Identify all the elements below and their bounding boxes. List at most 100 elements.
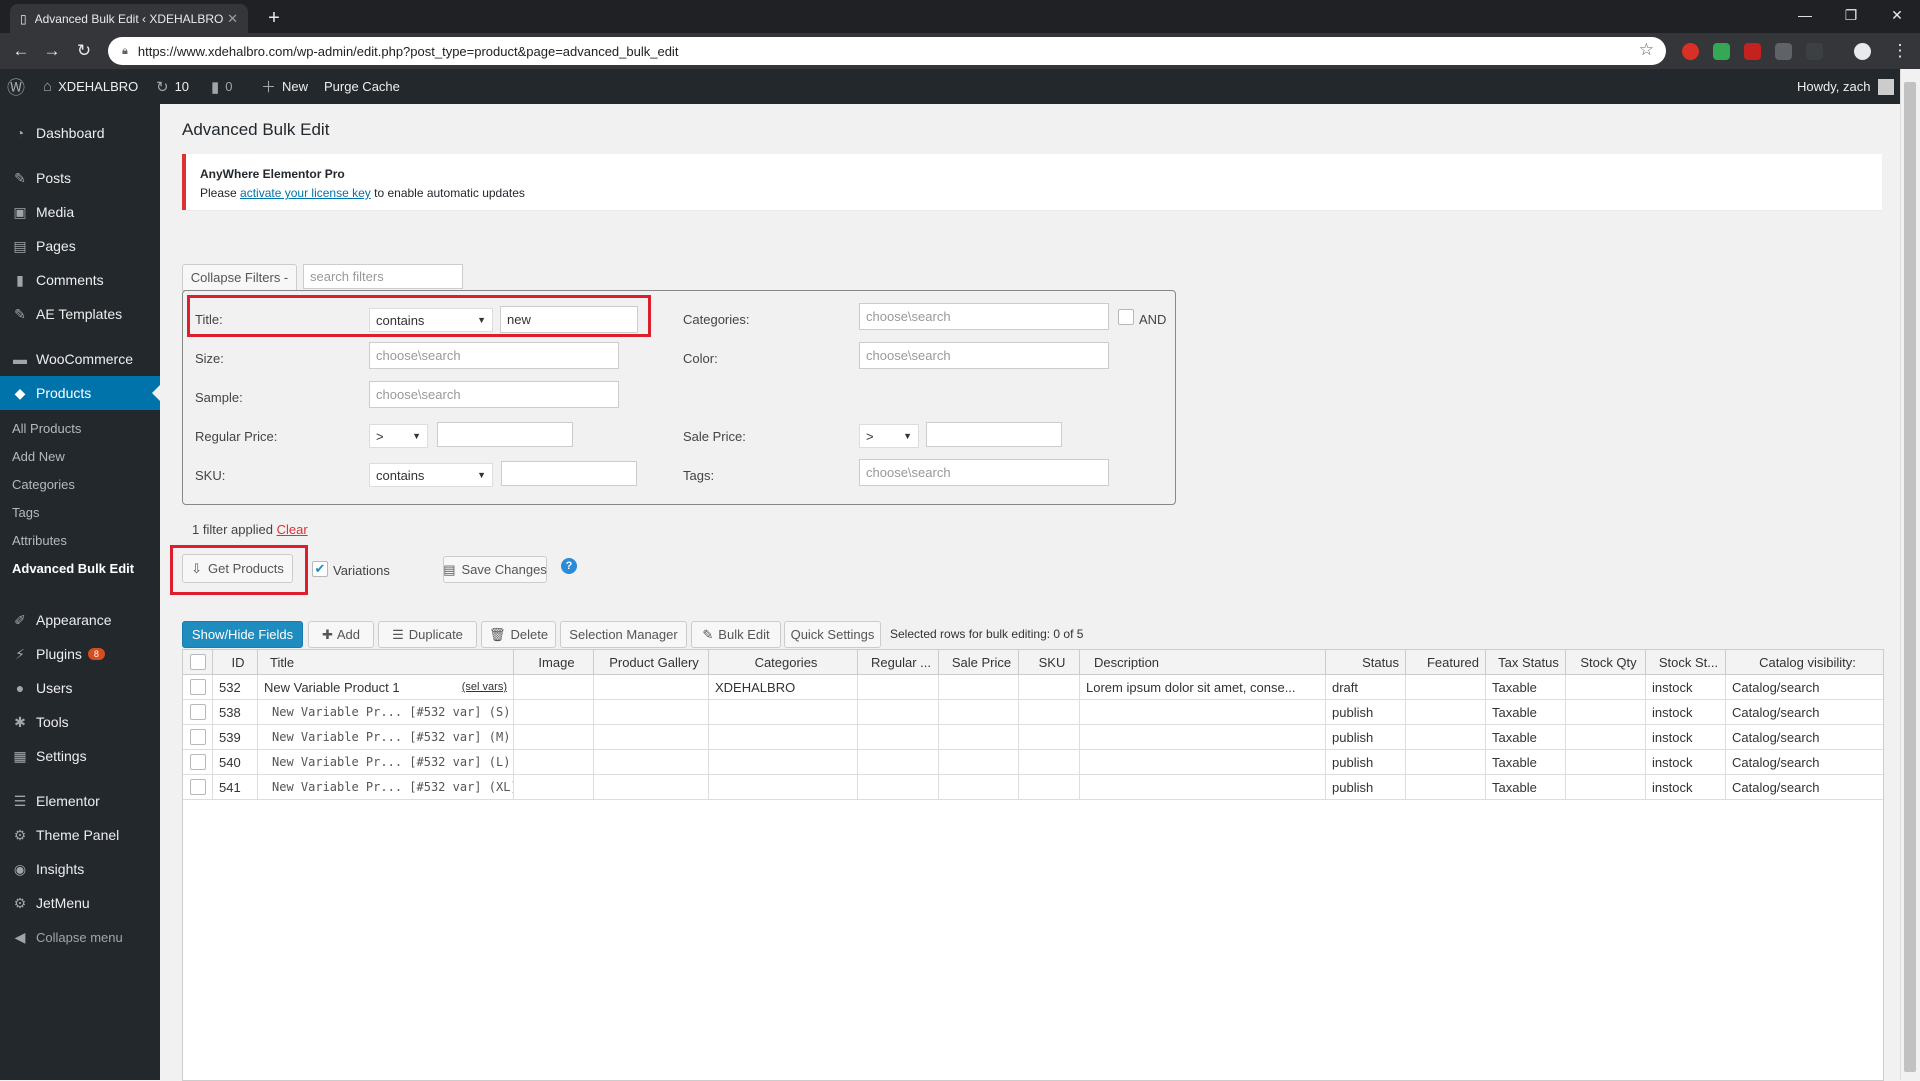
image-cell[interactable] bbox=[514, 750, 594, 775]
tax-status-cell[interactable]: Taxable bbox=[1486, 675, 1566, 700]
stock-qty-cell[interactable] bbox=[1566, 700, 1646, 725]
column-header[interactable]: Product Gallery bbox=[594, 650, 709, 675]
regular-price-cell[interactable] bbox=[858, 725, 939, 750]
sel-vars-link[interactable]: (sel vars) bbox=[462, 675, 507, 700]
regular-price-cell[interactable] bbox=[858, 675, 939, 700]
address-bar[interactable]: 🔒︎ https://www.xdehalbro.com/wp-admin/ed… bbox=[108, 37, 1666, 65]
sku-cell[interactable] bbox=[1019, 750, 1080, 775]
sku-cell[interactable] bbox=[1019, 700, 1080, 725]
profile-icon[interactable] bbox=[1854, 43, 1871, 60]
submenu-advanced-bulk-edit[interactable]: Advanced Bulk Edit bbox=[0, 555, 160, 581]
collapse-filters-button[interactable]: Collapse Filters - bbox=[182, 264, 297, 291]
image-cell[interactable] bbox=[514, 775, 594, 800]
visibility-cell[interactable]: Catalog/search bbox=[1726, 700, 1883, 725]
description-cell[interactable] bbox=[1080, 700, 1326, 725]
sale-price-cell[interactable] bbox=[939, 750, 1019, 775]
image-cell[interactable] bbox=[514, 700, 594, 725]
image-cell[interactable] bbox=[514, 725, 594, 750]
save-changes-button[interactable]: ▤ Save Changes bbox=[443, 556, 547, 583]
comments-link[interactable]: ▮ 0 bbox=[211, 69, 233, 104]
tax-status-cell[interactable]: Taxable bbox=[1486, 700, 1566, 725]
and-checkbox[interactable] bbox=[1118, 309, 1134, 325]
sidebar-item-settings[interactable]: ▦ Settings bbox=[0, 739, 160, 773]
regular-price-input[interactable] bbox=[437, 422, 573, 447]
back-arrow-icon[interactable]: ← bbox=[9, 40, 33, 62]
row-checkbox[interactable] bbox=[190, 779, 206, 795]
howdy-link[interactable]: Howdy, zach bbox=[1797, 69, 1895, 104]
minimize-button[interactable]: — bbox=[1782, 0, 1828, 30]
visibility-cell[interactable]: Catalog/search bbox=[1726, 675, 1883, 700]
browser-tab[interactable]: ▯ Advanced Bulk Edit ‹ XDEHALBRO ✕ bbox=[10, 4, 248, 33]
categories-cell[interactable] bbox=[709, 750, 858, 775]
featured-cell[interactable] bbox=[1406, 725, 1486, 750]
sidebar-item-appearance[interactable]: ✐ Appearance bbox=[0, 603, 160, 637]
sidebar-item-jetmenu[interactable]: ⚙ JetMenu bbox=[0, 886, 160, 920]
wordpress-logo-icon[interactable]: Ⓦ bbox=[7, 69, 31, 104]
column-header[interactable]: Title bbox=[258, 650, 514, 675]
tags-input[interactable]: choose\search bbox=[859, 459, 1109, 486]
extension-icon[interactable] bbox=[1682, 43, 1699, 60]
menu-dots-icon[interactable]: ⋮ bbox=[1888, 40, 1912, 62]
row-checkbox[interactable] bbox=[190, 704, 206, 720]
description-cell[interactable]: Lorem ipsum dolor sit amet, conse... bbox=[1080, 675, 1326, 700]
restore-button[interactable]: ❐ bbox=[1828, 0, 1874, 30]
forward-arrow-icon[interactable]: → bbox=[40, 40, 64, 62]
stock-status-cell[interactable]: instock bbox=[1646, 700, 1726, 725]
gallery-cell[interactable] bbox=[594, 700, 709, 725]
duplicate-button[interactable]: ☰ Duplicate bbox=[378, 621, 477, 648]
sale-price-cell[interactable] bbox=[939, 700, 1019, 725]
sale-price-cell[interactable] bbox=[939, 725, 1019, 750]
sidebar-item-media[interactable]: ▣ Media bbox=[0, 195, 160, 229]
title-cell[interactable]: New Variable Pr... [#532 var] (L) bbox=[258, 750, 514, 775]
categories-cell[interactable] bbox=[709, 775, 858, 800]
new-content-link[interactable]: ＋ New bbox=[261, 69, 308, 104]
sku-cell[interactable] bbox=[1019, 775, 1080, 800]
tax-status-cell[interactable]: Taxable bbox=[1486, 725, 1566, 750]
column-header[interactable]: Image bbox=[514, 650, 594, 675]
column-header[interactable]: Catalog visibility: bbox=[1726, 650, 1883, 675]
description-cell[interactable] bbox=[1080, 775, 1326, 800]
title-cell[interactable]: New Variable Pr... [#532 var] (M) bbox=[258, 725, 514, 750]
sidebar-item-dashboard[interactable]: ◔ Dashboard bbox=[0, 116, 160, 150]
title-cell[interactable]: New Variable Pr... [#532 var] (S) bbox=[258, 700, 514, 725]
row-checkbox[interactable] bbox=[190, 754, 206, 770]
star-icon[interactable]: ☆ bbox=[1639, 40, 1654, 60]
sale-price-operator-select[interactable]: > ▼ bbox=[859, 424, 919, 448]
table-row[interactable]: 532 New Variable Product 1 (sel vars) XDE… bbox=[183, 675, 1883, 700]
regular-price-cell[interactable] bbox=[858, 775, 939, 800]
show-hide-fields-button[interactable]: Show/Hide Fields bbox=[182, 621, 303, 648]
categories-input[interactable]: choose\search bbox=[859, 303, 1109, 330]
selection-manager-button[interactable]: Selection Manager bbox=[560, 621, 687, 648]
column-header[interactable]: Stock Qty bbox=[1566, 650, 1646, 675]
categories-cell[interactable] bbox=[709, 700, 858, 725]
sidebar-item-woocommerce[interactable]: ▬ WooCommerce bbox=[0, 342, 160, 376]
id-cell[interactable]: 541 bbox=[213, 775, 258, 800]
submenu-attributes[interactable]: Attributes bbox=[0, 527, 160, 553]
gallery-cell[interactable] bbox=[594, 725, 709, 750]
title-cell[interactable]: New Variable Pr... [#532 var] (XL) bbox=[258, 775, 514, 800]
status-cell[interactable]: publish bbox=[1326, 750, 1406, 775]
categories-cell[interactable]: XDEHALBRO bbox=[709, 675, 858, 700]
column-header[interactable]: Sale Price bbox=[939, 650, 1019, 675]
gallery-cell[interactable] bbox=[594, 750, 709, 775]
sidebar-item-tools[interactable]: ✱ Tools bbox=[0, 705, 160, 739]
sidebar-item-comments[interactable]: ▮ Comments bbox=[0, 263, 160, 297]
column-header[interactable]: ID bbox=[213, 650, 258, 675]
color-input[interactable]: choose\search bbox=[859, 342, 1109, 369]
sidebar-item-ae-templates[interactable]: ✎ AE Templates bbox=[0, 297, 160, 331]
size-input[interactable]: choose\search bbox=[369, 342, 619, 369]
title-cell[interactable]: New Variable Product 1 (sel vars) bbox=[258, 675, 514, 700]
stock-status-cell[interactable]: instock bbox=[1646, 725, 1726, 750]
submenu-add-new[interactable]: Add New bbox=[0, 443, 160, 469]
regular-price-cell[interactable] bbox=[858, 700, 939, 725]
featured-cell[interactable] bbox=[1406, 700, 1486, 725]
scrollbar-thumb[interactable] bbox=[1904, 82, 1916, 1072]
stock-qty-cell[interactable] bbox=[1566, 750, 1646, 775]
id-cell[interactable]: 539 bbox=[213, 725, 258, 750]
tax-status-cell[interactable]: Taxable bbox=[1486, 775, 1566, 800]
add-row-button[interactable]: ✚ Add bbox=[308, 621, 374, 648]
id-cell[interactable]: 532 bbox=[213, 675, 258, 700]
close-icon[interactable]: ✕ bbox=[227, 11, 238, 27]
sku-input[interactable] bbox=[501, 461, 637, 486]
stock-qty-cell[interactable] bbox=[1566, 675, 1646, 700]
